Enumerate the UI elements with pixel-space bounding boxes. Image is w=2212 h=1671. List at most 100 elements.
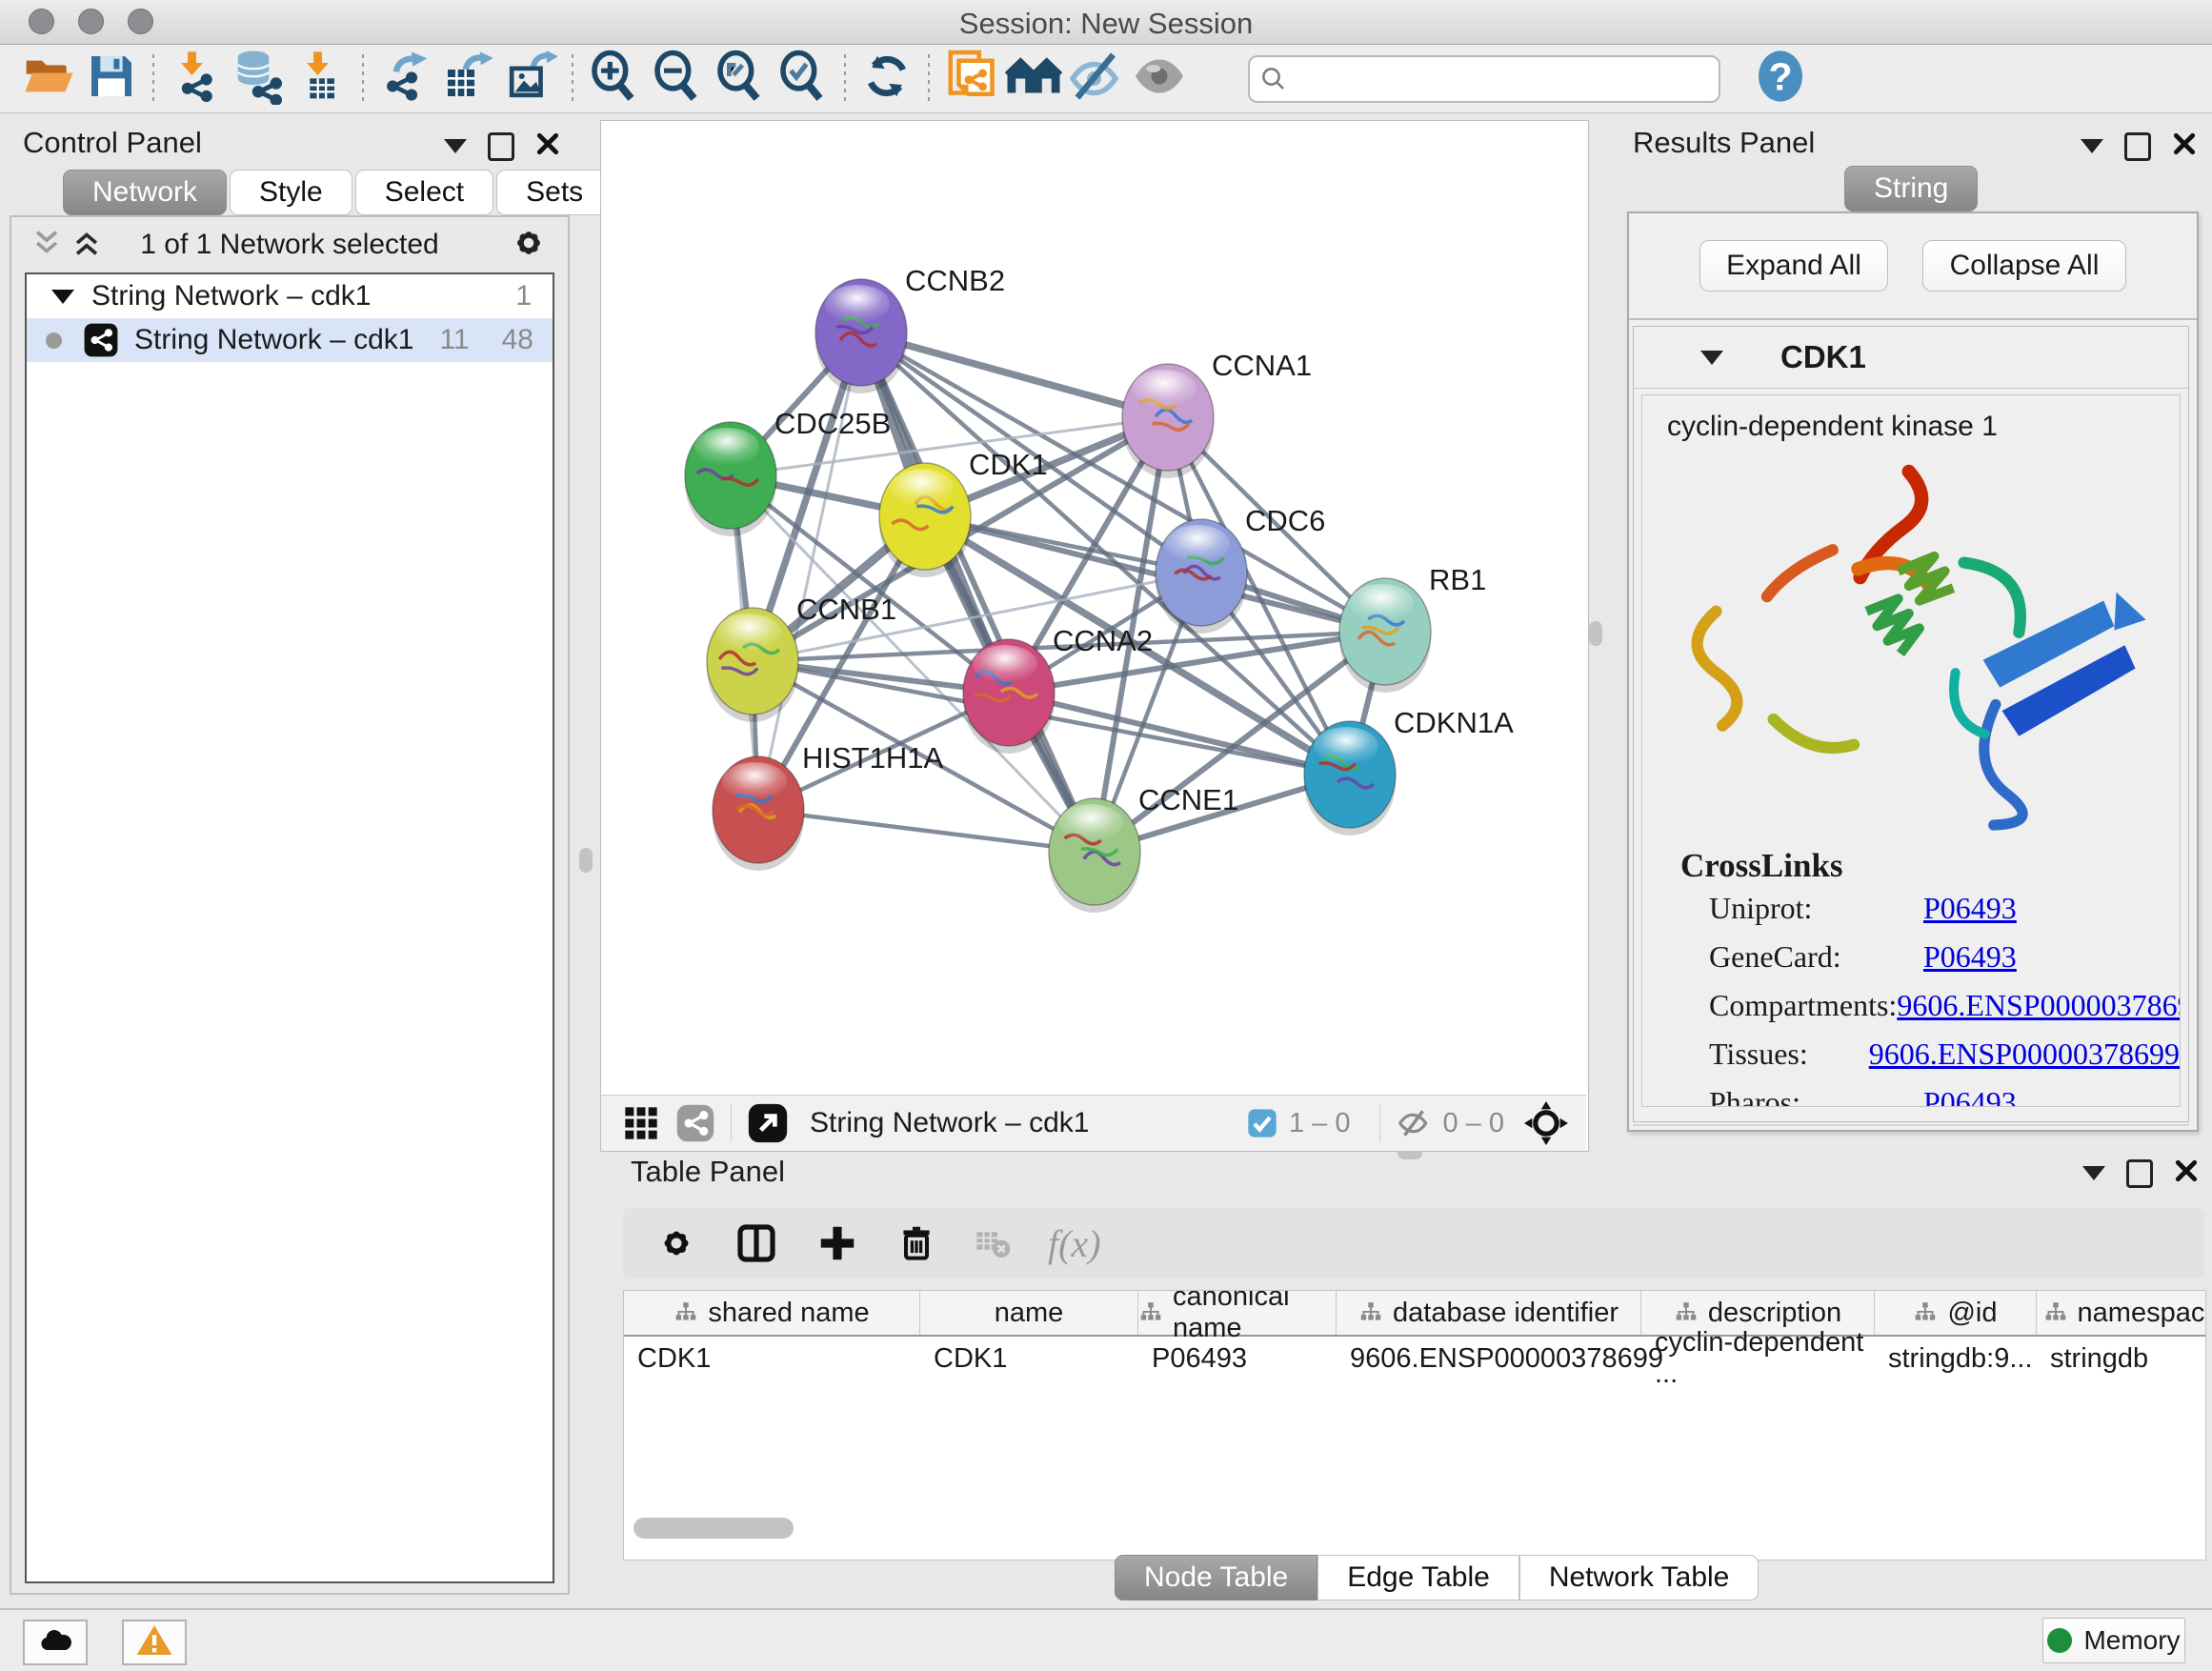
network-node-cdc25b[interactable]: CDC25B	[685, 407, 891, 536]
network-node-ccna1[interactable]: CCNA1	[1122, 349, 1312, 478]
column-header-label: description	[1708, 1298, 1841, 1329]
show-columns-icon[interactable]	[734, 1220, 779, 1266]
column-header-database-identifier[interactable]: database identifier	[1337, 1291, 1641, 1335]
crosslink-value-link[interactable]: P06493	[1923, 891, 2017, 926]
expand-all-button[interactable]: Expand All	[1699, 240, 1888, 292]
column-header-namespace[interactable]: namespace	[2037, 1291, 2206, 1335]
selected-checkbox-icon[interactable]	[1247, 1108, 1277, 1138]
results-panel-close-icon[interactable]	[2172, 131, 2197, 161]
help-button[interactable]: ?	[1749, 50, 1812, 109]
memory-button[interactable]: Memory	[2042, 1618, 2185, 1663]
network-node-cdc6[interactable]: CDC6	[1156, 504, 1325, 634]
network-canvas[interactable]: CCNB2CCNA1CDC25BCDK1CDC6RB1CCNB1CCNA2CDK…	[601, 121, 1586, 1095]
column-mapping-icon	[1138, 1300, 1163, 1325]
network-view: CCNB2CCNA1CDC25BCDK1CDC6RB1CCNB1CCNA2CDK…	[600, 120, 1589, 1152]
network-options-gear-icon[interactable]	[509, 223, 549, 268]
column-mapping-icon	[674, 1300, 698, 1325]
results-panel-float-icon[interactable]	[2124, 132, 2151, 161]
export-network-button[interactable]	[373, 50, 436, 109]
network-edge[interactable]	[758, 332, 861, 810]
refresh-layout-button[interactable]	[855, 50, 918, 109]
control-panel-menu-icon[interactable]	[444, 139, 467, 153]
add-column-icon[interactable]	[815, 1221, 859, 1265]
node-label: HIST1H1A	[802, 741, 943, 775]
fit-selected-crosshair-icon[interactable]	[1523, 1100, 1569, 1146]
table-settings-gear-icon[interactable]	[655, 1222, 697, 1264]
delete-column-trash-icon[interactable]	[895, 1222, 937, 1264]
string-compartments-button[interactable]	[1002, 50, 1065, 109]
string-document-icon	[942, 48, 999, 110]
column-header-label: name	[995, 1298, 1064, 1329]
column-header--id[interactable]: @id	[1875, 1291, 2037, 1335]
hide-enhanced-labels-button[interactable]	[1065, 50, 1128, 109]
column-mapping-icon	[1358, 1300, 1383, 1325]
tab-network[interactable]: Network	[63, 170, 227, 215]
tab-style[interactable]: Style	[230, 170, 352, 215]
table-cell[interactable]: cyclin-dependent ...	[1641, 1337, 1875, 1380]
tab-node-table[interactable]: Node Table	[1115, 1555, 1317, 1601]
table-panel-menu-icon[interactable]	[2082, 1166, 2105, 1180]
zoom-in-button[interactable]	[583, 50, 646, 109]
network-node-ccne1[interactable]: CCNE1	[1049, 783, 1238, 913]
column-header-canonical-name[interactable]: canonical name	[1138, 1291, 1337, 1335]
table-cell[interactable]: P06493	[1138, 1337, 1337, 1380]
show-graphics-details-button[interactable]	[1128, 50, 1191, 109]
column-header-shared-name[interactable]: shared name	[624, 1291, 920, 1335]
tab-sets[interactable]: Sets	[496, 170, 613, 215]
results-panel-menu-icon[interactable]	[2081, 139, 2103, 153]
tab-select[interactable]: Select	[355, 170, 493, 215]
import-table-button[interactable]	[290, 50, 352, 109]
crosslinks-list: Uniprot:P06493GeneCard:P06493Compartment…	[1642, 891, 2180, 1107]
crosslink-value-link[interactable]: P06493	[1923, 939, 2017, 975]
zoom-fit-button[interactable]	[709, 50, 772, 109]
network-row-selected[interactable]: String Network – cdk1 11 48	[27, 318, 553, 362]
right-splitter-handle[interactable]	[1589, 621, 1602, 646]
tab-network-table[interactable]: Network Table	[1519, 1555, 1760, 1601]
table-panel-float-icon[interactable]	[2126, 1159, 2153, 1188]
import-network-file-button[interactable]	[164, 50, 227, 109]
network-node-cdkn1a[interactable]: CDKN1A	[1304, 706, 1514, 836]
column-header-name[interactable]: name	[920, 1291, 1138, 1335]
table-cell[interactable]: CDK1	[624, 1337, 920, 1380]
control-panel-close-icon[interactable]	[535, 131, 560, 161]
export-table-button[interactable]	[436, 50, 499, 109]
gene-section-header[interactable]: CDK1	[1634, 327, 2188, 389]
open-in-window-icon[interactable]	[747, 1102, 789, 1144]
table-cell[interactable]: stringdb:9...	[1875, 1337, 2037, 1380]
export-image-button[interactable]	[499, 50, 562, 109]
crosslink-label: Uniprot:	[1709, 891, 1923, 926]
horizontal-scrollbar-thumb[interactable]	[633, 1518, 794, 1539]
network-node-hist1h1a[interactable]: HIST1H1A	[713, 741, 943, 871]
zoom-selected-button[interactable]	[772, 50, 835, 109]
cloud-status-button[interactable]	[23, 1620, 88, 1665]
collection-expander-icon[interactable]	[51, 290, 74, 304]
string-query-button[interactable]	[939, 50, 1002, 109]
table-cell[interactable]: stringdb	[2037, 1337, 2206, 1380]
string-view-icon[interactable]	[675, 1103, 715, 1143]
network-node-rb1[interactable]: RB1	[1339, 563, 1486, 693]
save-session-button[interactable]	[80, 50, 143, 109]
birds-eye-grid-icon[interactable]	[622, 1104, 660, 1142]
tab-string-results[interactable]: String	[1844, 166, 1978, 211]
warnings-button[interactable]	[122, 1620, 187, 1665]
hidden-eye-slash-icon[interactable]	[1396, 1105, 1432, 1141]
table-panel-close-icon[interactable]	[2174, 1158, 2199, 1188]
crosslink-value-link[interactable]: 9606.ENSP00000378699	[1897, 988, 2181, 1023]
table-cell[interactable]: CDK1	[920, 1337, 1138, 1380]
search-input[interactable]	[1297, 60, 1719, 98]
export-image-icon	[504, 50, 557, 108]
crosslink-value-link[interactable]: P06493	[1923, 1085, 2017, 1107]
left-splitter-handle[interactable]	[579, 848, 593, 873]
control-panel-float-icon[interactable]	[488, 132, 514, 161]
table-cell[interactable]: 9606.ENSP00000378699	[1337, 1337, 1641, 1380]
collapse-all-button[interactable]: Collapse All	[1922, 240, 2126, 292]
network-edge[interactable]	[758, 810, 1095, 852]
import-network-database-button[interactable]	[227, 50, 290, 109]
network-collection-row[interactable]: String Network – cdk1 1	[27, 274, 553, 318]
gene-expander-icon[interactable]	[1700, 351, 1723, 365]
open-session-button[interactable]	[17, 50, 80, 109]
zoom-out-button[interactable]	[646, 50, 709, 109]
tab-edge-table[interactable]: Edge Table	[1317, 1555, 1519, 1601]
crosslink-value-link[interactable]: 9606.ENSP00000378699	[1869, 1037, 2180, 1072]
network-list: String Network – cdk1 1 String Network –…	[25, 272, 554, 1583]
